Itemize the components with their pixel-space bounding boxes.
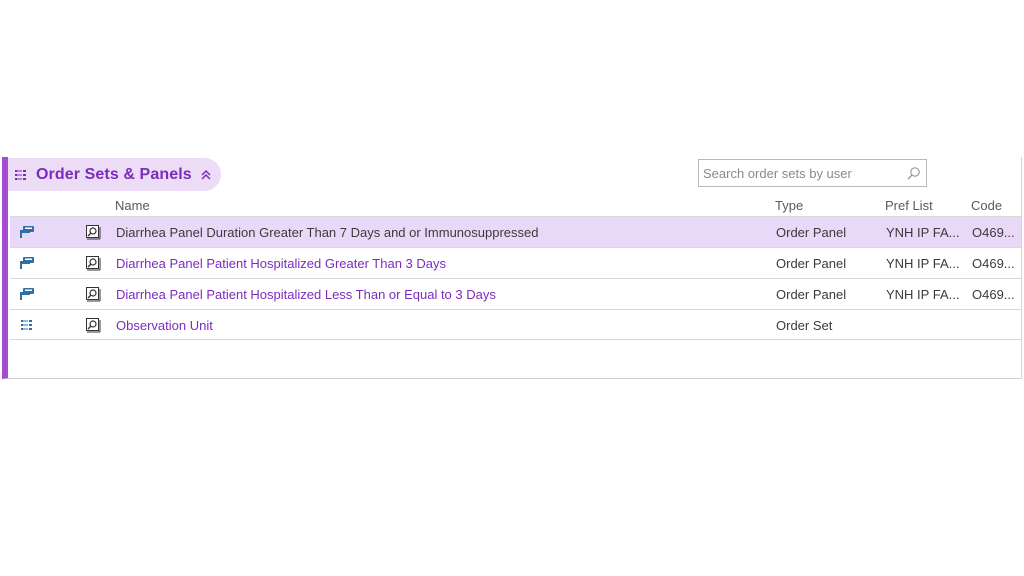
order-sets-panel: Order Sets & Panels Name Type Pref List … [2, 157, 1022, 379]
order-panel-icon [20, 288, 34, 300]
preview-icon[interactable] [85, 224, 101, 240]
order-panel-icon [20, 257, 34, 269]
order-sets-table: Diarrhea Panel Duration Greater Than 7 D… [10, 216, 1021, 340]
table-row[interactable]: Diarrhea Panel Duration Greater Than 7 D… [10, 216, 1021, 247]
row-type: Order Panel [776, 287, 847, 302]
column-header-type[interactable]: Type [775, 198, 803, 213]
search-box[interactable] [698, 159, 927, 187]
section-header-tab[interactable]: Order Sets & Panels [8, 158, 221, 191]
row-name-link[interactable]: Diarrhea Panel Patient Hospitalized Less… [116, 287, 496, 302]
column-header-code[interactable]: Code [971, 198, 1002, 213]
table-row[interactable]: Diarrhea Panel Patient Hospitalized Less… [10, 278, 1021, 309]
row-code: O469... [972, 225, 1015, 240]
table-header: Name Type Pref List Code [8, 195, 1021, 216]
row-pref-list: YNH IP FA... [886, 287, 960, 302]
table-row[interactable]: Observation Unit Order Set [10, 309, 1021, 340]
search-icon[interactable] [906, 166, 921, 181]
row-name-link[interactable]: Observation Unit [116, 318, 213, 333]
row-pref-list: YNH IP FA... [886, 256, 960, 271]
preview-icon[interactable] [85, 317, 101, 333]
row-pref-list: YNH IP FA... [886, 225, 960, 240]
row-name-link[interactable]: Diarrhea Panel Patient Hospitalized Grea… [116, 256, 446, 271]
column-header-name[interactable]: Name [115, 198, 150, 213]
list-tree-icon [15, 169, 26, 180]
table-row[interactable]: Diarrhea Panel Patient Hospitalized Grea… [10, 247, 1021, 278]
row-type: Order Panel [776, 256, 847, 271]
preview-icon[interactable] [85, 286, 101, 302]
row-name-link[interactable]: Diarrhea Panel Duration Greater Than 7 D… [116, 225, 538, 240]
order-panel-icon [20, 226, 34, 238]
preview-icon[interactable] [85, 255, 101, 271]
search-input[interactable] [699, 160, 907, 186]
section-title: Order Sets & Panels [36, 165, 192, 183]
column-header-pref-list[interactable]: Pref List [885, 198, 933, 213]
row-type: Order Panel [776, 225, 847, 240]
row-code: O469... [972, 287, 1015, 302]
row-type: Order Set [776, 318, 833, 333]
order-set-icon [21, 320, 32, 330]
chevron-double-up-icon[interactable] [200, 169, 212, 181]
row-code: O469... [972, 256, 1015, 271]
